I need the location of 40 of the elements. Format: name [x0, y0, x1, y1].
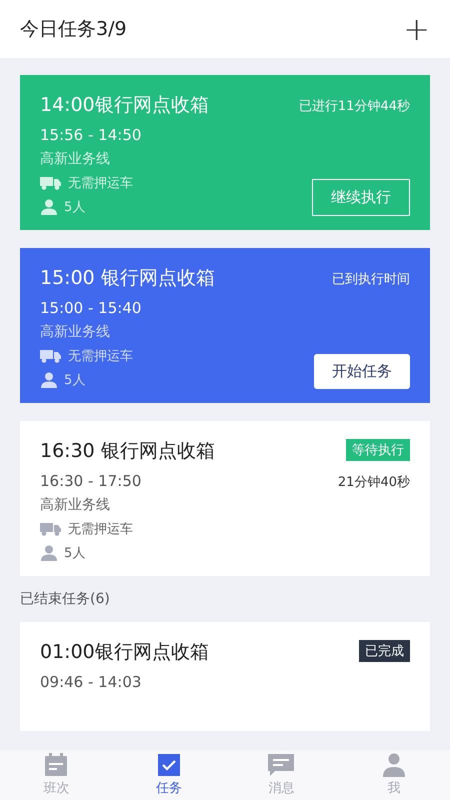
route-name: 高新业务线	[40, 496, 111, 514]
task-title: 15:00 银行网点收箱	[40, 266, 215, 290]
action-button[interactable]: 开始任务	[314, 354, 410, 389]
person-icon	[40, 372, 58, 388]
add-button[interactable]: +	[403, 13, 430, 45]
person-icon	[40, 545, 58, 561]
time-range: 16:30 - 17:50	[40, 472, 142, 490]
status-badge: 等待执行	[346, 439, 410, 461]
route-name: 高新业务线	[40, 323, 111, 341]
escort-label: 无需押运车	[68, 521, 133, 538]
time-range: 09:46 - 14:03	[40, 673, 142, 691]
staff-count: 5人	[64, 372, 86, 389]
checkbox-icon	[156, 753, 181, 777]
task-title: 01:00银行网点收箱	[40, 640, 209, 664]
task-card[interactable]: 16:30 银行网点收箱 16:30 - 17:50 高新业务线 无需押运车 5人 等待执行 21分钟40秒	[20, 421, 430, 576]
status-text: 已进行11分钟44秒	[298, 98, 410, 115]
task-title: 14:00银行网点收箱	[40, 93, 209, 117]
calendar-icon	[43, 753, 70, 777]
time-range: 15:00 - 15:40	[40, 299, 142, 317]
countdown-text: 21分钟40秒	[338, 474, 410, 491]
escort-label: 无需押运车	[68, 348, 133, 365]
page-title: 今日任务3/9	[20, 17, 127, 42]
message-icon	[267, 753, 296, 777]
status-text: 已到执行时间	[332, 271, 410, 288]
route-name: 高新业务线	[40, 150, 111, 168]
section-title: 已结束任务(6)	[20, 591, 110, 607]
truck-icon	[40, 176, 62, 190]
time-range: 15:56 - 14:50	[40, 126, 142, 144]
task-title: 16:30 银行网点收箱	[40, 439, 215, 463]
truck-icon	[40, 522, 62, 536]
status-badge: 已完成	[359, 640, 410, 662]
person-icon	[382, 753, 406, 777]
task-card[interactable]: 01:00银行网点收箱 09:46 - 14:03 已完成	[20, 622, 430, 731]
staff-count: 5人	[64, 199, 86, 216]
truck-icon	[40, 349, 62, 363]
task-card[interactable]: 15:00 银行网点收箱 15:00 - 15:40 高新业务线 无需押运车 5人 已到执行时间 开始任务	[20, 248, 430, 403]
escort-label: 无需押运车	[68, 175, 133, 192]
tab[interactable]: 任务	[112, 750, 225, 800]
staff-count: 5人	[64, 545, 86, 562]
person-icon	[40, 199, 58, 215]
